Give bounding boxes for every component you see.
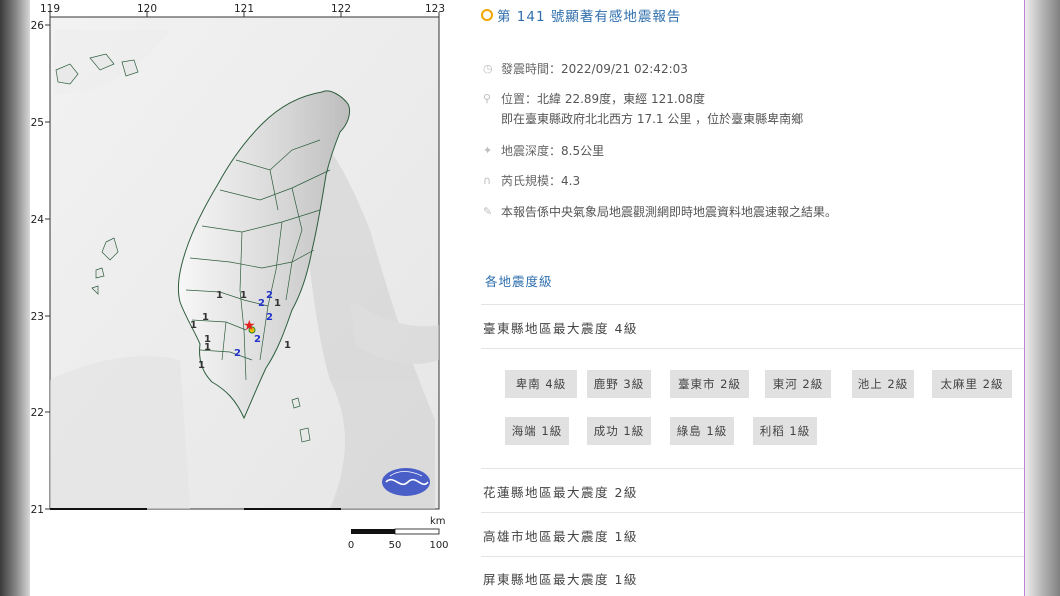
origin-time-label: 發震時間： xyxy=(501,62,562,76)
report-title-text: 第 141 號顯著有感地震報告 xyxy=(497,9,682,25)
lat-tick-label: 23 xyxy=(31,311,44,323)
intensity-mark: 2 xyxy=(258,298,265,309)
divider xyxy=(481,304,1024,305)
station-badge: 池上 2級 xyxy=(852,370,914,398)
lon-tick-label: 121 xyxy=(234,3,254,15)
intensity-mark: 1 xyxy=(274,298,281,309)
svg-text:100: 100 xyxy=(429,540,448,551)
intensity-mark: 1 xyxy=(284,340,291,351)
divider xyxy=(481,468,1024,469)
magnitude-label: 芮氏規模： xyxy=(501,174,562,188)
region-title-pingtung[interactable]: 屏東縣地區最大震度 1級 xyxy=(483,569,638,588)
right-dark-edge xyxy=(1024,0,1060,596)
intensity-section-title: 各地震度級 xyxy=(485,274,553,289)
location-pin-icon: ⚲ xyxy=(483,92,492,105)
location-detail: 即在臺東縣政府北北西方 17.1 公里 ，位於臺東縣卑南鄉 xyxy=(501,112,804,126)
lon-tick-label: 119 xyxy=(40,3,60,15)
report-note: 本報告係中央氣象局地震觀測網即時地震資料地震速報之結果。 xyxy=(501,205,838,219)
svg-text:km: km xyxy=(430,516,446,527)
region-title-hualien[interactable]: 花蓮縣地區最大震度 2級 xyxy=(483,482,638,501)
note-row: ✎ 本報告係中央氣象局地震觀測網即時地震資料地震速報之結果。 xyxy=(483,204,837,220)
divider xyxy=(481,512,1024,513)
depth-label: 地震深度： xyxy=(501,144,562,158)
earthquake-report: 第 141 號顯著有感地震報告 ◷ 發震時間：2022/09/21 02:42:… xyxy=(481,0,1024,596)
lon-tick-label: 122 xyxy=(331,3,351,15)
longitude-labels: 119 120 121 122 123 xyxy=(40,3,445,15)
intensity-mark: 1 xyxy=(240,290,247,301)
svg-text:0: 0 xyxy=(348,540,354,551)
intensity-mark: 1 xyxy=(198,360,205,371)
station-badge: 東河 2級 xyxy=(765,370,831,398)
lat-tick-label: 25 xyxy=(31,117,44,129)
intensity-mark: 1 xyxy=(190,320,197,331)
station-badge: 臺東市 2級 xyxy=(670,370,749,398)
latitude-labels: 26 25 24 23 22 21 xyxy=(31,20,45,516)
earthquake-map[interactable]: 119 120 121 122 123 26 25 24 23 22 21 1 … xyxy=(30,0,470,596)
location-row: ⚲ 位置：北緯 22.89度，東經 121.08度 xyxy=(483,91,705,107)
divider xyxy=(481,348,1024,349)
station-badge: 卑南 4級 xyxy=(505,370,577,398)
divider xyxy=(481,556,1024,557)
station-badge: 利稻 1級 xyxy=(753,417,817,445)
station-badge: 海端 1級 xyxy=(505,417,569,445)
lon-tick-label: 120 xyxy=(137,3,157,15)
cwb-logo xyxy=(382,468,430,496)
report-title[interactable]: 第 141 號顯著有感地震報告 xyxy=(481,4,681,26)
intensity-mark: 2 xyxy=(266,290,273,301)
intensity-mark: 2 xyxy=(266,312,273,323)
lat-tick-label: 26 xyxy=(31,20,45,32)
left-dark-edge xyxy=(0,0,30,596)
depth-value: 8.5公里 xyxy=(561,144,605,158)
magnitude-value: 4.3 xyxy=(561,174,581,188)
intensity-mark: 1 xyxy=(202,312,209,323)
origin-time-row: ◷ 發震時間：2022/09/21 02:42:03 xyxy=(483,61,688,77)
lat-tick-label: 24 xyxy=(31,214,45,226)
location-label: 位置： xyxy=(501,92,538,106)
station-badge: 綠島 1級 xyxy=(670,417,734,445)
intensity-mark: 1 xyxy=(204,342,211,353)
clock-icon: ◷ xyxy=(483,62,493,75)
svg-text:50: 50 xyxy=(389,540,402,551)
station-badge: 鹿野 3級 xyxy=(587,370,651,398)
location-value: 北緯 22.89度，東經 121.08度 xyxy=(537,92,705,106)
pencil-icon: ✎ xyxy=(483,205,493,218)
region-title-kaohsiung[interactable]: 高雄市地區最大震度 1級 xyxy=(483,526,638,545)
region-title-taitung[interactable]: 臺東縣地區最大震度 4級 xyxy=(483,318,638,337)
depth-row: ✦ 地震深度：8.5公里 xyxy=(483,143,604,159)
intensity-mark: 2 xyxy=(234,348,241,359)
report-circle-icon xyxy=(481,9,493,21)
lon-tick-label: 123 xyxy=(425,3,445,15)
depth-icon: ✦ xyxy=(483,144,493,157)
lat-tick-label: 21 xyxy=(31,504,44,516)
station-badge: 太麻里 2級 xyxy=(932,370,1012,398)
seismograph-icon: ∩ xyxy=(483,174,492,187)
origin-time-value: 2022/09/21 02:42:03 xyxy=(561,62,688,76)
map-canvas: 119 120 121 122 123 26 25 24 23 22 21 1 … xyxy=(31,3,449,551)
intensity-mark: 2 xyxy=(254,334,261,345)
magnitude-row: ∩ 芮氏規模：4.3 xyxy=(483,173,580,189)
epicenter-marker: ★ xyxy=(243,318,256,334)
epicenter-star-icon: ★ xyxy=(243,318,256,334)
station-badge: 成功 1級 xyxy=(587,417,651,445)
intensity-mark: 1 xyxy=(216,290,223,301)
lat-tick-label: 22 xyxy=(31,407,44,419)
scale-bar: km 0 50 100 xyxy=(348,516,449,551)
